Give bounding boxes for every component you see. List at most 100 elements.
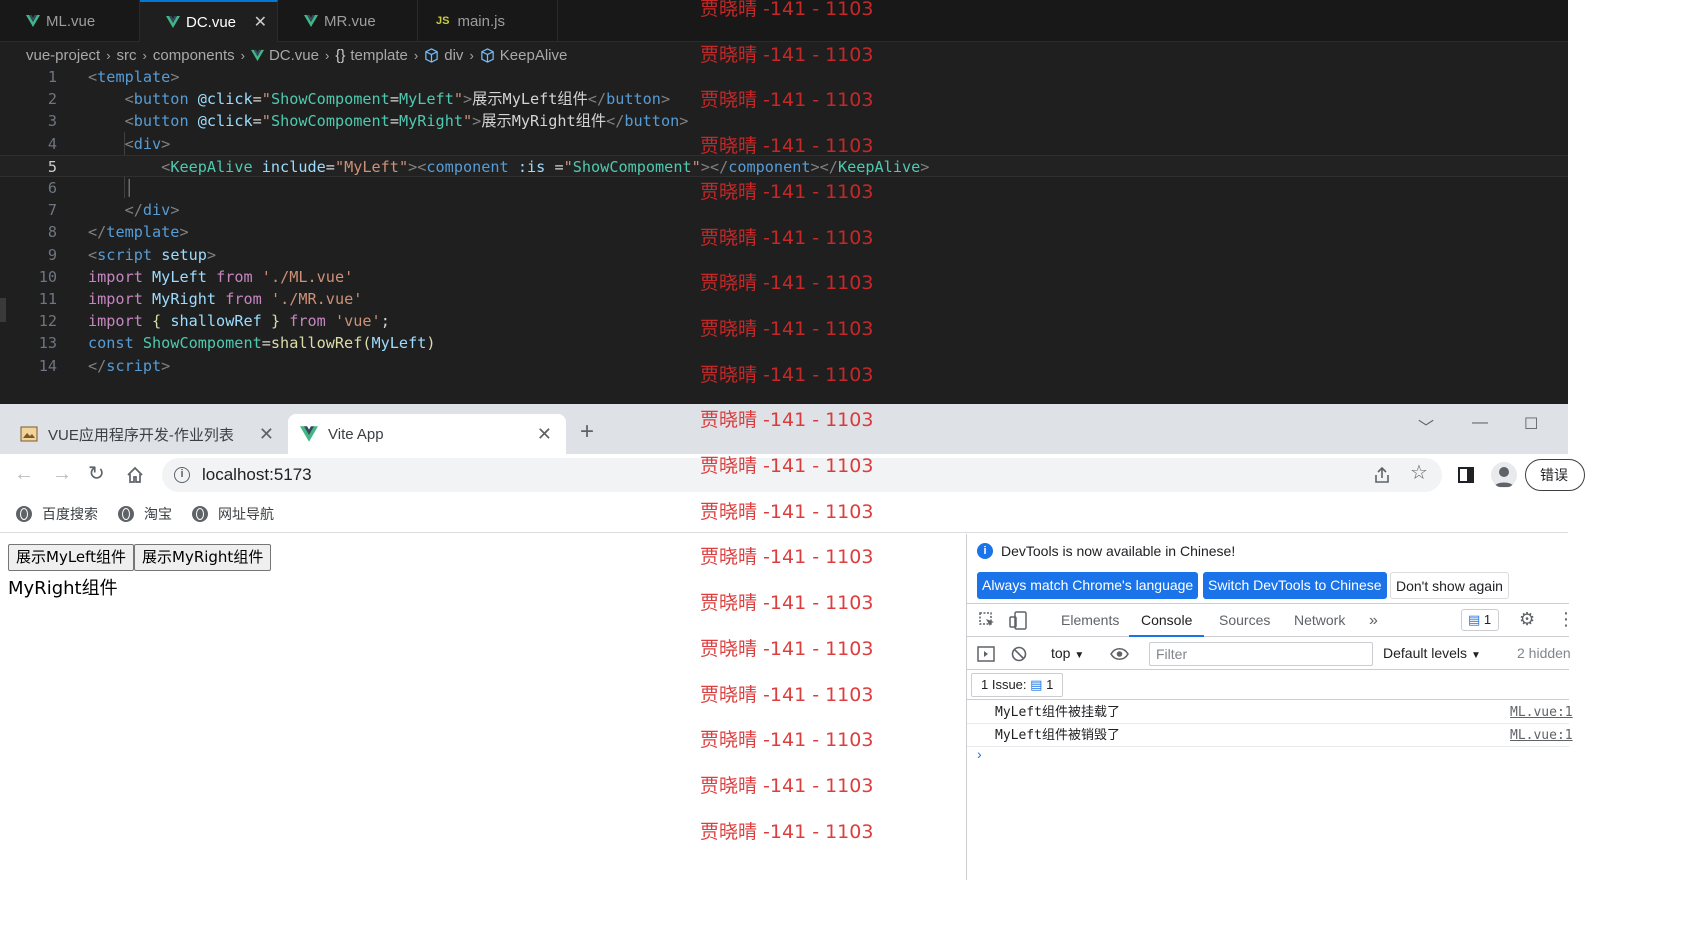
editor-tab-dc-vue[interactable]: DC.vue ✕: [140, 0, 278, 42]
code-line[interactable]: 7 </div>: [0, 199, 1568, 221]
minimize-icon[interactable]: —: [1472, 414, 1488, 432]
address-bar[interactable]: i localhost:5173: [162, 458, 1442, 492]
line-number: 3: [47, 112, 57, 131]
share-icon[interactable]: [1373, 466, 1391, 484]
close-icon[interactable]: ✕: [537, 424, 552, 445]
console-log-row[interactable]: MyLeft组件被挂载了 ML.vue:1: [967, 701, 1573, 724]
editor-tab-label: ML.vue: [46, 12, 96, 30]
eye-icon[interactable]: [1110, 647, 1129, 661]
editor-tab-label: main.js: [457, 12, 505, 30]
code-line[interactable]: 8 </template>: [0, 221, 1568, 243]
dont-show-again-button[interactable]: Don't show again: [1390, 572, 1509, 599]
inspect-element-icon[interactable]: [979, 612, 996, 629]
device-toolbar-icon[interactable]: [1009, 611, 1027, 630]
editor-tab-ml-vue[interactable]: ML.vue: [0, 0, 140, 42]
side-panel-icon[interactable]: [1457, 466, 1475, 484]
issues-badge-count: 1: [1483, 612, 1492, 627]
code-line[interactable]: 11 import MyRight from './MR.vue': [0, 288, 1568, 310]
tab-console[interactable]: Console: [1129, 604, 1205, 637]
more-tabs-icon[interactable]: »: [1369, 604, 1378, 637]
reload-icon[interactable]: ↻: [88, 464, 105, 484]
chevron-right-icon: ›: [106, 47, 111, 63]
breadcrumb-item[interactable]: components: [153, 47, 235, 64]
message-icon: ▤: [1468, 612, 1481, 627]
issues-chip[interactable]: 1 Issue: ▤ 1: [971, 673, 1064, 697]
line-number: 1: [47, 68, 57, 86]
breadcrumb-item[interactable]: DC.vue: [269, 47, 319, 64]
bookmark-nav[interactable]: 网址导航: [192, 504, 274, 524]
home-icon[interactable]: [126, 466, 144, 484]
code-line[interactable]: 12 import { shallowRef } from 'vue';: [0, 310, 1568, 332]
line-number: 14: [38, 356, 57, 375]
chevron-down-icon[interactable]: ﹀: [1418, 414, 1434, 438]
log-levels-dropdown[interactable]: Default levels ▼: [1383, 645, 1481, 661]
code-line[interactable]: 14 </script>: [0, 355, 1568, 377]
switch-chinese-button[interactable]: Switch DevTools to Chinese: [1203, 572, 1387, 599]
error-button[interactable]: 错误: [1525, 459, 1585, 491]
console-log-row[interactable]: MyLeft组件被销毁了 ML.vue:1: [967, 724, 1573, 747]
match-language-button[interactable]: Always match Chrome's language: [977, 572, 1199, 599]
context-selector[interactable]: top ▼: [1051, 645, 1084, 661]
chevron-right-icon: ›: [413, 47, 419, 63]
line-number: 7: [47, 201, 57, 220]
log-source-link[interactable]: ML.vue:1: [1510, 701, 1573, 724]
forward-icon[interactable]: →: [52, 464, 72, 484]
bookmark-star-icon[interactable]: ☆: [1410, 463, 1428, 483]
console-filter-input[interactable]: Filter: [1149, 642, 1373, 666]
tab-network[interactable]: Network: [1294, 604, 1345, 637]
clear-console-icon[interactable]: [1011, 646, 1027, 662]
code-line[interactable]: 1 <template>: [0, 66, 1568, 88]
kebab-menu-icon[interactable]: ⋮: [1557, 609, 1575, 630]
bookmark-baidu[interactable]: 百度搜索: [16, 504, 98, 524]
show-myright-button[interactable]: 展示MyRight组件: [134, 544, 272, 571]
show-myleft-button[interactable]: 展示MyLeft组件: [8, 544, 135, 571]
bookmark-taobao[interactable]: 淘宝: [118, 504, 172, 524]
browser-tab-label: Vite App: [328, 425, 384, 443]
line-number: 8: [47, 223, 57, 242]
browser-window: VUE应用程序开发-作业列表 ✕ Vite App ✕ + ﹀ — ☐ ← → …: [0, 404, 1585, 880]
browser-tab-vite-app[interactable]: Vite App ✕: [288, 414, 566, 454]
code-line[interactable]: 6 │: [0, 177, 1568, 199]
gutter-marker: [0, 298, 6, 322]
new-tab-icon[interactable]: +: [580, 420, 594, 444]
log-message: MyLeft组件被销毁了: [995, 728, 1120, 743]
tab-elements[interactable]: Elements: [1061, 604, 1119, 637]
issues-badge[interactable]: ▤ 1: [1461, 609, 1499, 631]
site-info-icon[interactable]: i: [174, 467, 190, 483]
dropdown-arrow-icon: ▼: [1470, 650, 1481, 661]
close-icon[interactable]: ✕: [259, 424, 274, 445]
code-line[interactable]: 2 <button @click="ShowCompoment=MyLeft">…: [0, 88, 1568, 110]
code-line[interactable]: 9 <script setup>: [0, 244, 1568, 266]
tab-sources[interactable]: Sources: [1219, 604, 1270, 637]
breadcrumb-item[interactable]: src: [117, 47, 137, 64]
message-icon: ▤: [1030, 677, 1043, 692]
close-icon[interactable]: ✕: [254, 12, 267, 32]
back-icon[interactable]: ←: [14, 464, 34, 484]
maximize-icon[interactable]: ☐: [1524, 414, 1538, 434]
editor-tab-main-js[interactable]: JS main.js: [418, 0, 558, 42]
code-line-current[interactable]: 5 <KeepAlive include="MyLeft"><component…: [0, 154, 1568, 177]
breadcrumb-item[interactable]: vue-project: [26, 47, 100, 64]
gear-icon[interactable]: ⚙: [1519, 609, 1535, 630]
browser-tab-homework[interactable]: VUE应用程序开发-作业列表 ✕: [8, 414, 288, 454]
code-line[interactable]: 4 <div>: [0, 133, 1568, 155]
line-number: 4: [47, 134, 57, 153]
breadcrumb-item[interactable]: KeepAlive: [500, 47, 568, 64]
console-prompt[interactable]: ›: [977, 746, 982, 762]
globe-icon: [16, 506, 32, 522]
url-text: localhost:5173: [202, 465, 312, 484]
code-line[interactable]: 3 <button @click="ShowCompoment=MyRight"…: [0, 110, 1568, 132]
profile-avatar[interactable]: [1491, 462, 1517, 488]
log-source-link[interactable]: ML.vue:1: [1510, 724, 1573, 747]
sidebar-toggle-icon[interactable]: [977, 646, 995, 662]
breadcrumb-item[interactable]: div: [444, 47, 463, 64]
editor-tab-mr-vue[interactable]: MR.vue: [278, 0, 418, 42]
code-line[interactable]: 13 const ShowCompoment=shallowRef(MyLeft): [0, 332, 1568, 354]
breadcrumb: vue-project › src › components › DC.vue › {}…: [26, 44, 567, 66]
breadcrumb-item[interactable]: template: [350, 47, 408, 64]
code-area[interactable]: 1 <template> 2 <button @click="ShowCompom…: [0, 66, 1568, 404]
code-line[interactable]: 10 import MyLeft from './ML.vue': [0, 266, 1568, 288]
cube-icon: [425, 47, 438, 63]
line-number: 10: [38, 267, 57, 286]
chevron-right-icon: ›: [240, 47, 245, 63]
